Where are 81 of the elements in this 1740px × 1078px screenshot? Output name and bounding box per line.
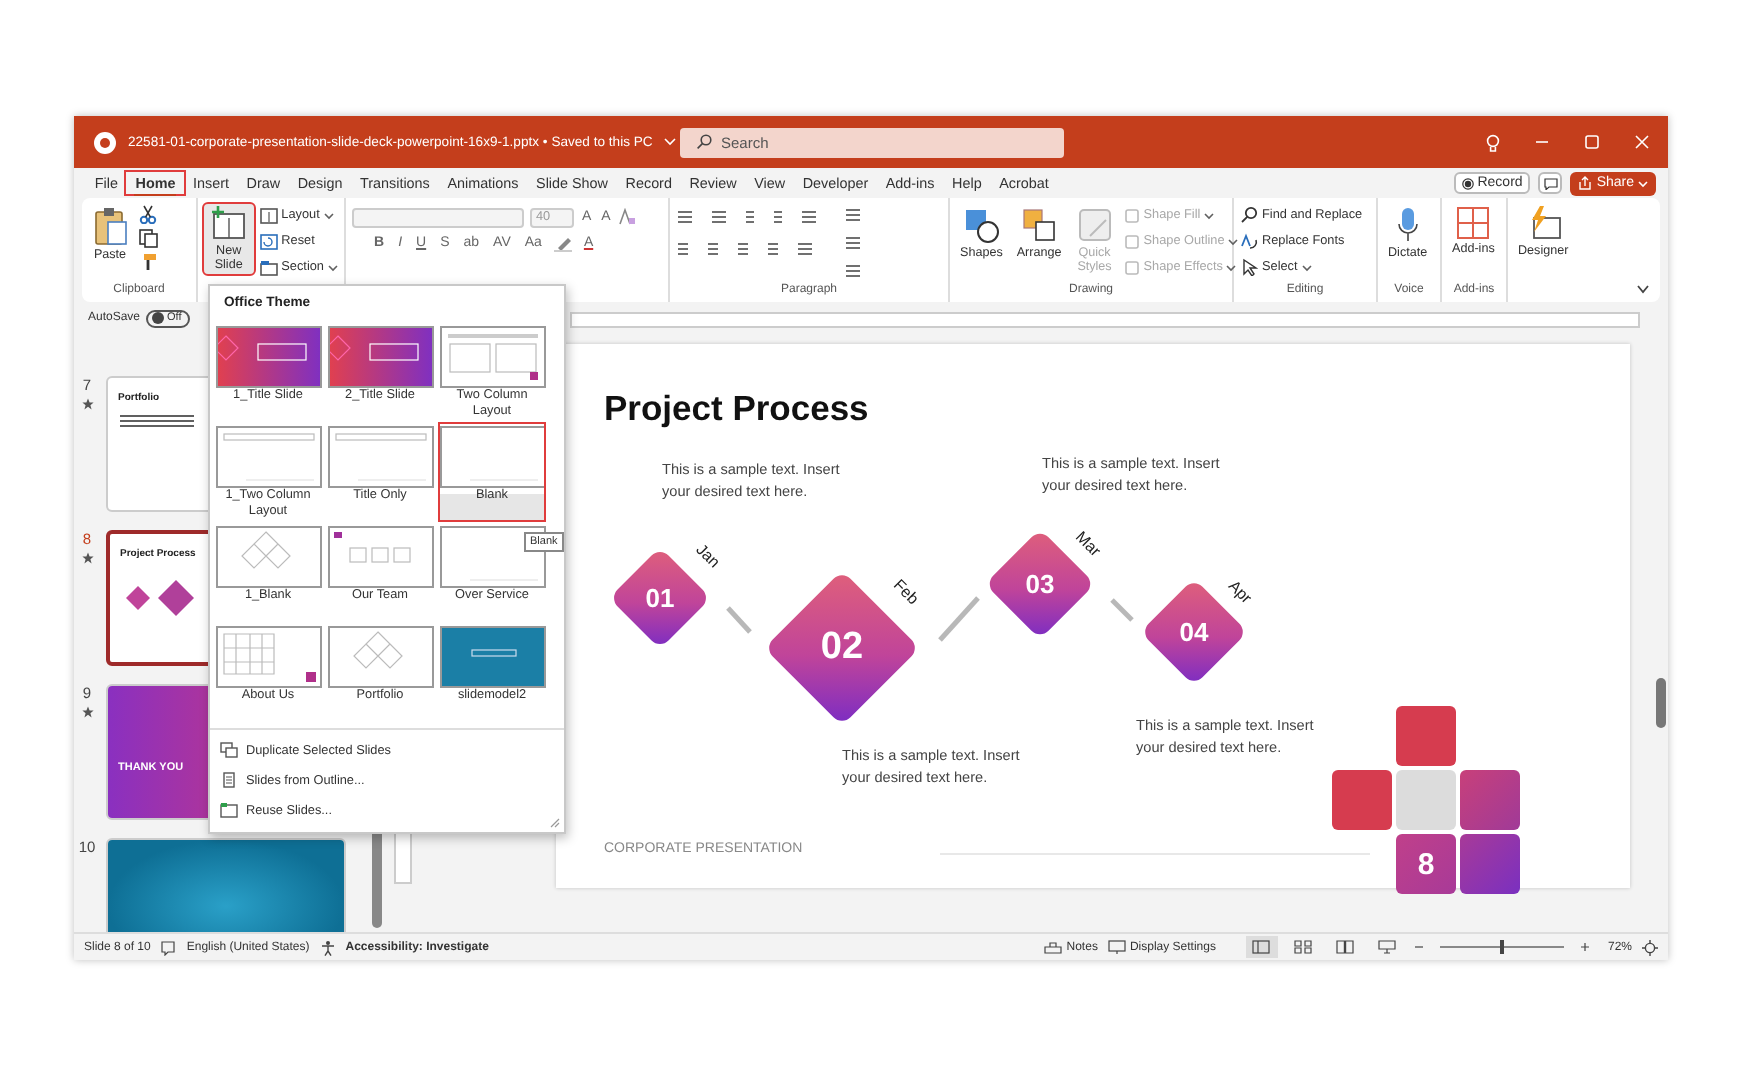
reset-icon[interactable]: [259, 233, 278, 249]
scrollbar-thumb[interactable]: [1656, 678, 1666, 728]
month-label: Feb: [889, 575, 923, 609]
decorative-tile: [1332, 770, 1392, 830]
reuse-icon[interactable]: [220, 802, 238, 818]
section-icon[interactable]: [259, 259, 278, 275]
clipboard-icon[interactable]: [92, 206, 128, 246]
microphone-icon[interactable]: [1395, 206, 1420, 244]
zoom-slider-thumb[interactable]: [1499, 940, 1504, 954]
app-logo-icon: [94, 131, 116, 153]
zoom-out-icon[interactable]: [1413, 942, 1424, 952]
layout-thumbnail: [327, 326, 433, 388]
layout-thumbnail: [327, 526, 433, 588]
outline-icon[interactable]: [220, 772, 238, 788]
layout-thumbnail: [327, 426, 433, 488]
month-label: Apr: [1224, 576, 1256, 608]
zoom-in-icon[interactable]: [1579, 942, 1590, 952]
decorative-tile: [1396, 770, 1456, 830]
notes-icon[interactable]: [1044, 940, 1063, 954]
layout-thumbnail: [439, 626, 545, 688]
maximize-icon[interactable]: [1584, 134, 1600, 150]
scrollbar-thumb[interactable]: [372, 828, 382, 928]
record-icon[interactable]: [1461, 177, 1474, 189]
font-name-field[interactable]: [352, 207, 524, 227]
monitor-icon[interactable]: [1107, 940, 1126, 954]
page-number: 8: [1396, 834, 1456, 894]
scissors-icon[interactable]: [138, 204, 158, 224]
share-icon[interactable]: [1578, 176, 1593, 190]
star-icon: [81, 552, 93, 564]
cursor-icon[interactable]: [1240, 258, 1258, 276]
fit-to-window-icon[interactable]: [1642, 939, 1658, 955]
connector-line: [1110, 598, 1134, 622]
shapes-icon[interactable]: [962, 206, 1001, 244]
layout-thumbnail: [215, 526, 321, 588]
decorative-tile: [1460, 834, 1520, 894]
layout-icon[interactable]: [259, 207, 278, 223]
new-slide-icon[interactable]: [210, 206, 247, 242]
placeholder-lines: [118, 412, 198, 432]
step-number: 01: [645, 583, 675, 613]
step-number: 02: [820, 626, 864, 670]
star-icon: [81, 398, 93, 410]
layout-thumbnail: [439, 326, 545, 388]
slide-title: Project Process: [604, 388, 869, 430]
connector-line: [938, 596, 980, 642]
layout-thumbnail: [439, 426, 545, 488]
highlighter-icon[interactable]: [553, 234, 572, 252]
resize-grip-icon[interactable]: [550, 818, 560, 828]
collapse-ribbon-icon[interactable]: [1636, 284, 1650, 294]
caret-icon[interactable]: [1301, 263, 1312, 271]
copy-icon[interactable]: [138, 228, 158, 248]
duplicate-icon[interactable]: [220, 742, 238, 758]
star-icon: [81, 706, 93, 718]
layout-thumbnail: [215, 326, 321, 388]
comments-button[interactable]: [1538, 172, 1563, 194]
spelling-icon[interactable]: [160, 939, 177, 955]
layout-thumbnail: [215, 426, 321, 488]
month-label: Jan: [692, 540, 724, 572]
layout-thumbnail: [327, 626, 433, 688]
search-icon[interactable]: [1240, 206, 1258, 224]
layout-thumbnail: [215, 626, 321, 688]
grid-icon[interactable]: [1456, 206, 1491, 240]
reading-view-icon[interactable]: [1336, 940, 1355, 954]
step-number: 03: [1025, 569, 1055, 599]
close-icon[interactable]: [1634, 134, 1650, 150]
month-label: Mar: [1071, 527, 1105, 561]
connector-line: [726, 606, 752, 634]
slide-show-icon[interactable]: [1378, 940, 1397, 954]
caret-icon[interactable]: [323, 211, 334, 219]
comment-icon[interactable]: [1543, 177, 1558, 189]
clear-formatting-icon[interactable]: [618, 208, 637, 226]
accessibility-icon[interactable]: [319, 939, 336, 955]
font-replace-icon[interactable]: [1240, 232, 1258, 250]
normal-view-icon[interactable]: [1252, 940, 1271, 954]
decorative-tile: [1396, 706, 1456, 766]
step-number: 04: [1179, 617, 1209, 647]
caret-icon[interactable]: [328, 263, 338, 271]
format-painter-icon[interactable]: [138, 252, 158, 272]
slide-sorter-icon[interactable]: [1294, 940, 1313, 954]
arrange-icon[interactable]: [1020, 206, 1059, 244]
lightbulb-icon[interactable]: [1486, 133, 1500, 151]
decorative-tile: [1460, 770, 1520, 830]
